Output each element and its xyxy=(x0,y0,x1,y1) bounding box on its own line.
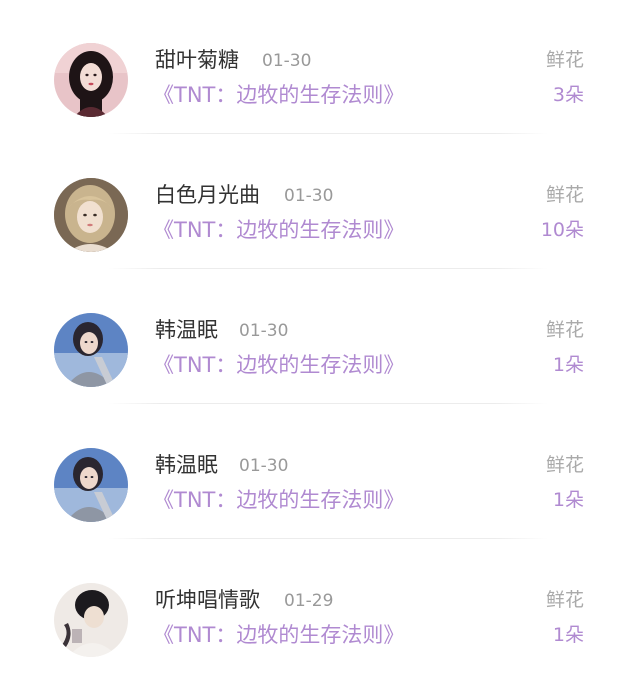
book-title-link[interactable]: 《TNT：边牧的生存法则》 xyxy=(153,485,404,515)
book-title-link[interactable]: 《TNT：边牧的生存法则》 xyxy=(153,350,404,380)
gift-date: 01-30 xyxy=(262,51,312,71)
user-name[interactable]: 听坤唱情歌 xyxy=(155,585,260,615)
list-item[interactable]: 韩温眠 01-30 《TNT：边牧的生存法则》 鲜花 1朵 xyxy=(0,441,640,576)
book-title-link[interactable]: 《TNT：边牧的生存法则》 xyxy=(153,80,404,110)
list-item[interactable]: 听坤唱情歌 01-29 《TNT：边牧的生存法则》 鲜花 1朵 xyxy=(0,576,640,678)
gift-type: 鲜花 xyxy=(545,184,584,206)
avatar[interactable] xyxy=(54,43,128,117)
gift-type: 鲜花 xyxy=(545,49,584,71)
gift-type: 鲜花 xyxy=(545,319,584,341)
user-name[interactable]: 甜叶菊糖 xyxy=(155,45,239,75)
gift-date: 01-29 xyxy=(284,591,334,611)
gift-date: 01-30 xyxy=(284,186,334,206)
gift-count: 3朵 xyxy=(552,84,584,106)
avatar[interactable] xyxy=(54,583,128,657)
divider xyxy=(108,538,548,539)
gift-count: 1朵 xyxy=(552,489,584,511)
book-title-link[interactable]: 《TNT：边牧的生存法则》 xyxy=(153,620,404,650)
avatar[interactable] xyxy=(54,448,128,522)
user-name[interactable]: 白色月光曲 xyxy=(155,180,260,210)
user-name[interactable]: 韩温眠 xyxy=(155,315,218,345)
gift-type: 鲜花 xyxy=(545,454,584,476)
divider xyxy=(108,133,548,134)
avatar[interactable] xyxy=(54,313,128,387)
gift-date: 01-30 xyxy=(239,456,289,476)
book-title-link[interactable]: 《TNT：边牧的生存法则》 xyxy=(153,215,404,245)
gift-type: 鲜花 xyxy=(545,589,584,611)
gift-count: 1朵 xyxy=(552,354,584,376)
gift-record-list: 甜叶菊糖 01-30 《TNT：边牧的生存法则》 鲜花 3朵 白色月光曲 01-… xyxy=(0,0,640,678)
gift-count: 1朵 xyxy=(552,624,584,646)
divider xyxy=(108,403,548,404)
avatar[interactable] xyxy=(54,178,128,252)
gift-date: 01-30 xyxy=(239,321,289,341)
list-item[interactable]: 白色月光曲 01-30 《TNT：边牧的生存法则》 鲜花 10朵 xyxy=(0,171,640,306)
user-name[interactable]: 韩温眠 xyxy=(155,450,218,480)
list-item[interactable]: 韩温眠 01-30 《TNT：边牧的生存法则》 鲜花 1朵 xyxy=(0,306,640,441)
gift-count: 10朵 xyxy=(540,219,584,241)
divider xyxy=(108,268,548,269)
list-item[interactable]: 甜叶菊糖 01-30 《TNT：边牧的生存法则》 鲜花 3朵 xyxy=(0,36,640,171)
